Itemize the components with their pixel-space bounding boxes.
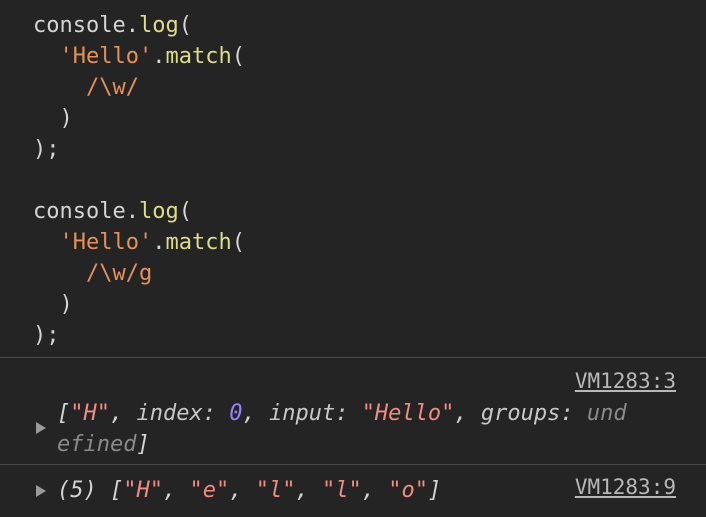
log-token: ,: [242, 401, 269, 426]
log-token: [: [57, 401, 71, 426]
code-token: .: [125, 13, 139, 38]
code-token: /\w/g: [85, 261, 153, 286]
code-token: log: [138, 13, 179, 38]
code-token: .: [152, 230, 166, 255]
code-token: ): [59, 106, 73, 131]
expand-arrow-icon[interactable]: [36, 422, 46, 434]
code-token: match: [165, 230, 232, 255]
code-token: console: [33, 13, 126, 38]
log-token: ,: [229, 478, 256, 503]
code-token: );: [33, 323, 60, 348]
log-token: index:: [136, 401, 230, 426]
array-item: "H": [123, 478, 163, 503]
code-token: match: [165, 44, 232, 69]
array-item: "l": [321, 478, 362, 503]
log-output-line[interactable]: (5) ["H", "e", "l", "l", "o"]: [57, 475, 441, 506]
code-token: ): [59, 292, 73, 317]
log-token: ,: [162, 478, 190, 503]
code-line: console.log(: [33, 196, 693, 227]
log-token: "H": [70, 401, 110, 426]
code-token: /\w/: [85, 75, 139, 100]
log-output-line[interactable]: ["H", index: 0, input: "Hello", groups: …: [57, 398, 627, 429]
expand-arrow-icon[interactable]: [36, 485, 46, 497]
code-token: );: [33, 137, 60, 162]
log-token: ,: [110, 401, 137, 426]
log-token: ,: [454, 401, 481, 426]
log-token: und: [586, 401, 627, 426]
code-token: console: [33, 199, 126, 224]
code-line: );: [33, 320, 693, 351]
log-token: groups:: [480, 401, 587, 426]
code-line: console.log(: [33, 10, 693, 41]
log-token: ,: [295, 478, 322, 503]
source-link[interactable]: VM1283:9: [575, 475, 676, 499]
code-line: ): [33, 103, 693, 134]
code-editor[interactable]: console.log( 'Hello'.match( /\w/ ) ); co…: [33, 10, 693, 351]
code-token: log: [138, 199, 179, 224]
log-output-line[interactable]: efined]: [57, 429, 150, 460]
log-token: ,: [361, 478, 389, 503]
source-link[interactable]: VM1283:3: [575, 369, 676, 393]
array-item: "o": [388, 478, 428, 503]
code-line: );: [33, 134, 693, 165]
code-token: (: [231, 230, 245, 255]
log-token: efined: [57, 432, 137, 457]
code-token: (: [178, 199, 192, 224]
log-token: 0: [229, 401, 243, 426]
array-item: "l": [255, 478, 296, 503]
code-token: .: [125, 199, 139, 224]
log-token: input:: [268, 401, 362, 426]
code-token: 'Hello': [59, 44, 153, 69]
code-line: 'Hello'.match(: [33, 227, 693, 258]
code-line: 'Hello'.match(: [33, 41, 693, 72]
log-token: "Hello": [361, 401, 455, 426]
console-message: VM1283:3 ["H", index: 0, input: "Hello",…: [0, 358, 706, 464]
console-message: VM1283:9 (5) ["H", "e", "l", "l", "o"]: [0, 465, 706, 517]
log-token: (5): [57, 478, 110, 503]
code-token: (: [231, 44, 245, 69]
code-token: 'Hello': [59, 230, 153, 255]
code-line: /\w/: [33, 72, 693, 103]
array-item: "e": [189, 478, 230, 503]
code-token: (: [178, 13, 192, 38]
log-token: [: [109, 478, 124, 503]
code-token: .: [152, 44, 166, 69]
code-line: /\w/g: [33, 258, 693, 289]
log-token: ]: [136, 432, 150, 457]
code-line: ): [33, 289, 693, 320]
log-token: ]: [427, 478, 442, 503]
